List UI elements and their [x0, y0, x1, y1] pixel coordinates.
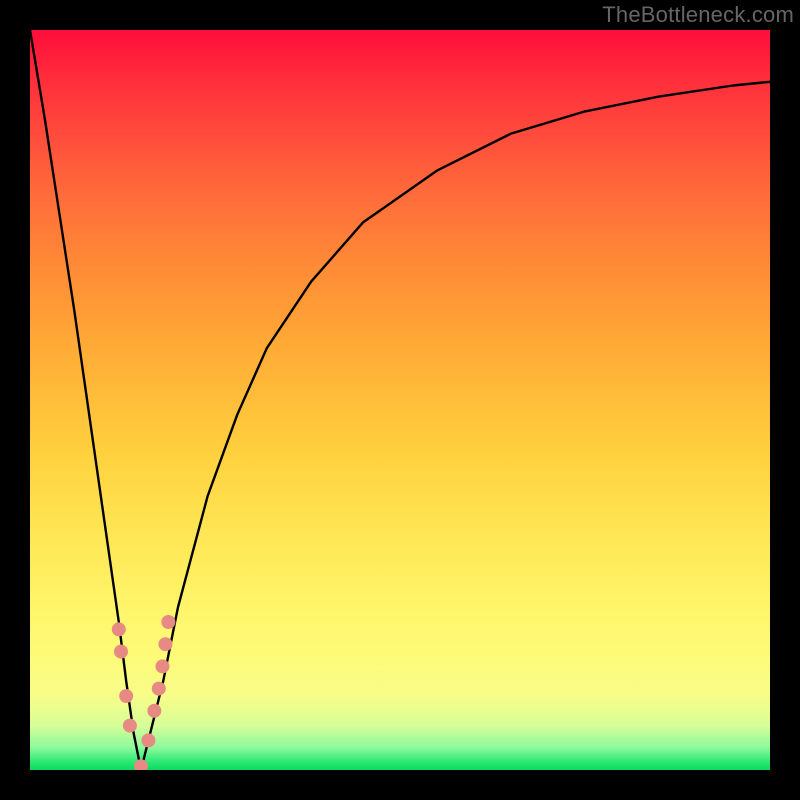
curve-marker — [161, 615, 175, 629]
chart-frame: TheBottleneck.com — [0, 0, 800, 800]
chart-svg — [30, 30, 770, 770]
curve-marker — [147, 704, 161, 718]
bottleneck-curve — [30, 30, 770, 770]
curve-marker — [123, 719, 137, 733]
curve-marker — [141, 733, 155, 747]
plot-area — [30, 30, 770, 770]
watermark-text: TheBottleneck.com — [602, 2, 794, 28]
curve-marker — [152, 682, 166, 696]
curve-marker — [134, 759, 148, 770]
curve-marker — [158, 637, 172, 651]
curve-marker — [155, 659, 169, 673]
curve-marker — [114, 645, 128, 659]
curve-marker — [112, 622, 126, 636]
curve-marker — [119, 689, 133, 703]
